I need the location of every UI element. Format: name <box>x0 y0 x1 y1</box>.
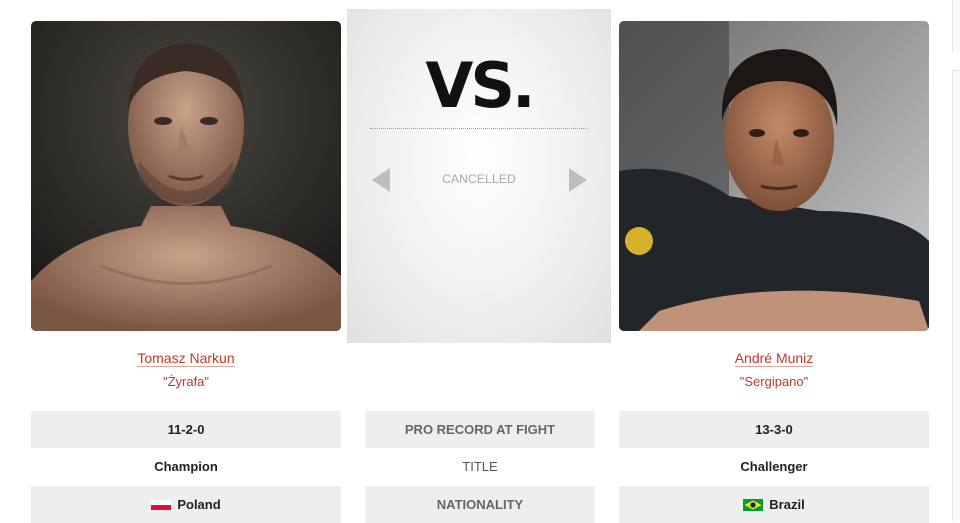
fighter-right-photo[interactable] <box>619 21 929 331</box>
fighter-right-title: Challenger <box>740 459 808 474</box>
fighter-right-nickname: "Sergipano" <box>739 374 809 389</box>
poland-flag-icon <box>151 499 172 510</box>
fighter-left-image <box>31 21 341 331</box>
fighter-left-record: 11-2-0 <box>31 411 341 448</box>
fighter-right-nationality-text: Brazil <box>769 497 805 512</box>
vs-label: VS. <box>425 49 535 122</box>
sidebar-panel-top <box>952 0 960 52</box>
fighter-left-name-link[interactable]: Tomasz Narkun <box>137 350 235 367</box>
brazil-flag-icon <box>743 498 764 511</box>
sidebar-panel <box>952 70 960 521</box>
fighter-left-nationality-text: Poland <box>177 497 221 512</box>
fighter-left-nationality: Poland <box>31 486 341 523</box>
fighter-left-name-row: Tomasz Narkun <box>31 349 341 367</box>
versus-panel: VS. CANCELLED <box>347 9 611 343</box>
fighter-right-image <box>619 21 929 331</box>
fighter-right-name-row: André Muniz <box>619 349 929 367</box>
fighter-right-nationality: Brazil <box>619 486 929 523</box>
fighter-right-name-link[interactable]: André Muniz <box>734 350 814 367</box>
nationality-label: NATIONALITY <box>365 486 595 523</box>
fighter-left-nickname: "Żyrafa" <box>162 374 210 389</box>
triangle-right-icon[interactable] <box>569 168 587 192</box>
fighter-left-title: Champion <box>154 459 218 474</box>
record-label: PRO RECORD AT FIGHT <box>365 411 595 448</box>
divider <box>370 128 588 129</box>
fighter-left-photo[interactable] <box>31 21 341 331</box>
fighter-right-record: 13-3-0 <box>619 411 929 448</box>
title-label: TITLE <box>462 459 498 474</box>
